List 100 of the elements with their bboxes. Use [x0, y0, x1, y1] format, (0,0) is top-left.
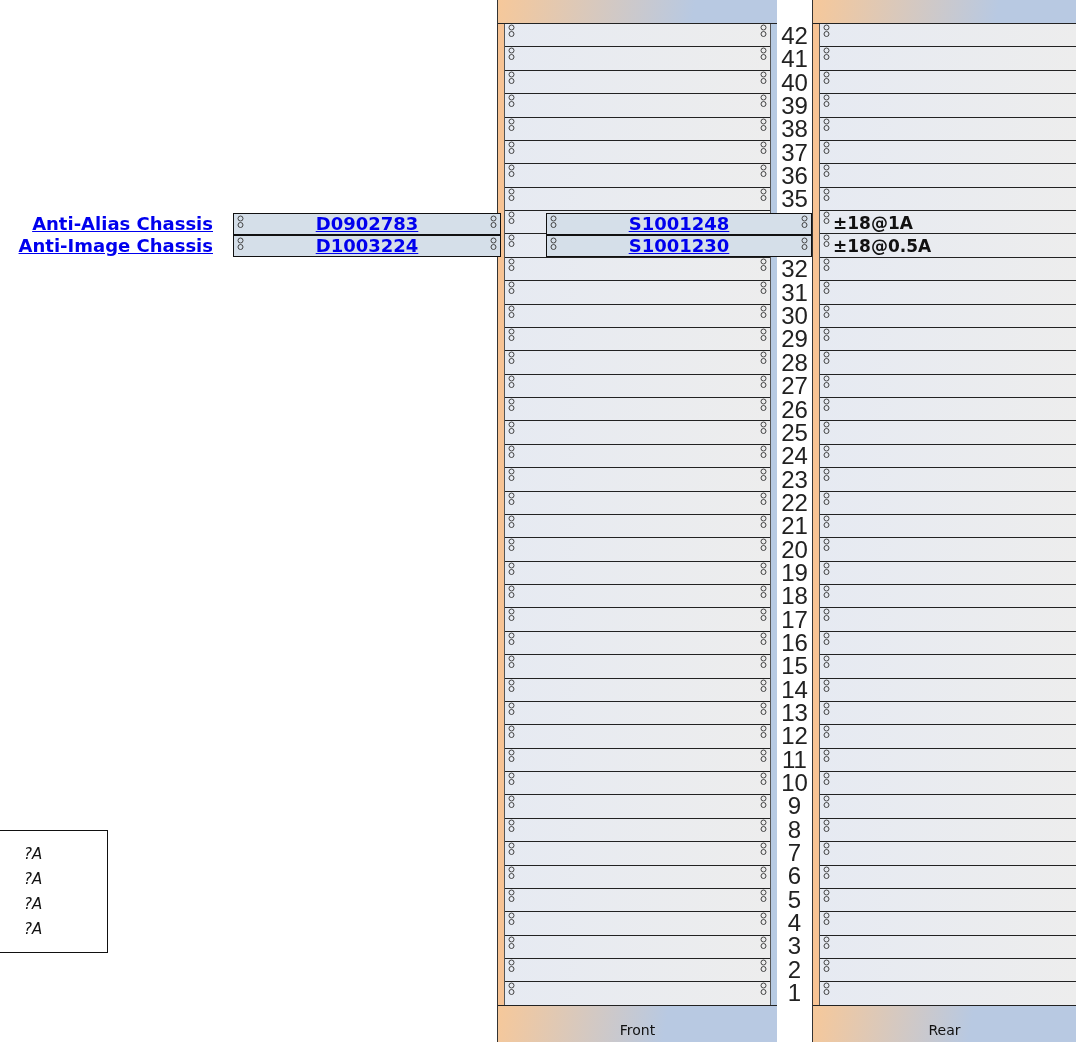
screw-icon	[823, 304, 830, 319]
screw-icon	[760, 959, 767, 973]
unit-number: 5	[787, 889, 802, 910]
screw-icon	[823, 795, 830, 810]
screw-icon	[508, 47, 515, 62]
screw-icon	[823, 47, 830, 62]
power-rating: ±18@1A	[833, 212, 913, 233]
screw-icon	[823, 725, 830, 740]
screw-icon	[760, 257, 767, 272]
screw-icon	[823, 912, 830, 927]
screw-icon	[823, 140, 830, 155]
unit-number: 41	[781, 49, 808, 70]
screw-icon	[760, 725, 767, 740]
screw-icon	[508, 842, 515, 857]
unit-number: 22	[781, 492, 808, 513]
screw-icon	[760, 538, 767, 553]
unit-number: 27	[781, 376, 808, 397]
screw-icon	[490, 214, 497, 229]
screw-icon	[823, 538, 830, 553]
screw-icon	[823, 678, 830, 693]
screw-icon	[508, 912, 515, 927]
screw-icon	[760, 117, 767, 132]
unit-number: 7	[787, 843, 802, 864]
chassis-link[interactable]: Anti-Image Chassis	[18, 235, 213, 256]
screw-icon	[508, 631, 515, 646]
part-number-link[interactable]: S1001248	[628, 214, 730, 233]
screw-icon	[760, 47, 767, 62]
screw-icon	[550, 214, 557, 229]
screw-icon	[760, 865, 767, 880]
unit-number: 29	[781, 329, 808, 350]
unit-number: 12	[781, 726, 808, 747]
unit-number: 30	[781, 306, 808, 327]
screw-icon	[508, 140, 515, 155]
screw-icon	[508, 725, 515, 740]
unit-number: 9	[787, 796, 802, 817]
part-number-link[interactable]: D1003224	[315, 236, 419, 255]
unit-number: 16	[781, 632, 808, 653]
screw-icon	[823, 514, 830, 529]
screw-icon	[508, 538, 515, 553]
unit-number: 24	[781, 446, 808, 467]
screw-icon	[760, 888, 767, 903]
screw-icon	[508, 491, 515, 506]
part-number-link[interactable]: S1001230	[628, 236, 730, 255]
screw-icon	[508, 935, 515, 950]
unit-number: 42	[781, 26, 808, 46]
screw-icon	[760, 374, 767, 389]
unit-number: 1	[787, 983, 802, 1004]
screw-icon	[823, 982, 830, 997]
screw-icon	[823, 585, 830, 599]
screw-icon	[760, 631, 767, 646]
screw-icon	[760, 982, 767, 997]
screw-icon	[760, 398, 767, 412]
screw-icon	[823, 94, 830, 109]
screw-icon	[823, 117, 830, 132]
unit-number: 20	[781, 539, 808, 560]
screw-icon	[823, 421, 830, 436]
screw-icon	[508, 327, 515, 342]
screw-icon	[508, 608, 515, 623]
screw-icon	[823, 24, 830, 38]
screw-icon	[760, 795, 767, 810]
screw-icon	[760, 468, 767, 483]
screw-icon	[823, 561, 830, 576]
screw-icon	[823, 701, 830, 716]
screw-icon	[760, 818, 767, 833]
screw-icon	[508, 421, 515, 436]
screw-icon	[823, 257, 830, 272]
screw-icon	[823, 818, 830, 833]
screw-icon	[508, 561, 515, 576]
screw-icon	[760, 585, 767, 599]
screw-icon	[823, 935, 830, 950]
screw-icon	[823, 842, 830, 857]
unit-number: 38	[781, 119, 808, 140]
screw-icon	[760, 678, 767, 693]
unit-number: 6	[787, 866, 802, 887]
chassis-link[interactable]: Anti-Alias Chassis	[32, 213, 213, 234]
unit-number: 37	[781, 142, 808, 163]
screw-icon	[823, 70, 830, 85]
screw-icon	[237, 214, 244, 229]
unit-number: 21	[781, 516, 808, 537]
unit-number: 36	[781, 166, 808, 187]
screw-icon	[823, 351, 830, 366]
screw-icon	[760, 561, 767, 576]
screw-icon	[508, 959, 515, 973]
screw-icon	[760, 327, 767, 342]
screw-icon	[760, 772, 767, 786]
screw-icon	[508, 982, 515, 997]
unit-number: 8	[787, 819, 802, 840]
screw-icon	[508, 117, 515, 132]
screw-icon	[823, 772, 830, 786]
unit-number: 15	[781, 656, 808, 677]
unit-number: 39	[781, 96, 808, 117]
part-number-link[interactable]: D0902783	[315, 214, 419, 233]
unit-number: 11	[782, 749, 807, 770]
screw-icon	[508, 655, 515, 670]
screw-icon	[508, 257, 515, 272]
screw-icon	[508, 818, 515, 833]
screw-icon	[760, 608, 767, 623]
screw-icon	[760, 748, 767, 763]
screw-icon	[508, 585, 515, 599]
screw-icon	[823, 211, 830, 225]
